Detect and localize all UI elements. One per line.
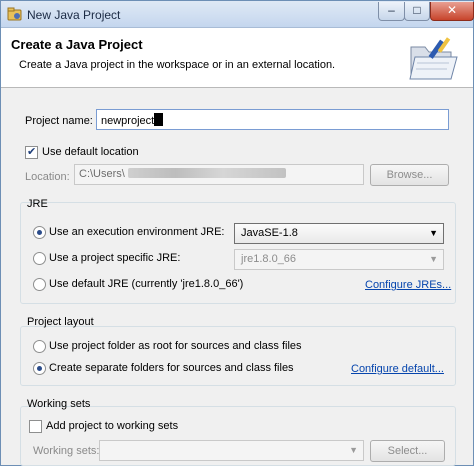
execution-env-select[interactable]: JavaSE-1.8 ▼: [234, 223, 444, 244]
project-layout-group: [20, 326, 456, 386]
execution-env-label: Use an execution environment JRE:: [49, 226, 225, 238]
wizard-banner: Create a Java Project Create a Java proj…: [1, 28, 473, 88]
redacted-path: [127, 168, 286, 178]
new-java-project-window: New Java Project – □ ✕ Create a Java Pro…: [0, 0, 474, 466]
separate-folders-radio[interactable]: [33, 362, 46, 375]
working-sets-group-title: Working sets: [27, 398, 91, 410]
working-sets-label: Working sets:: [33, 445, 100, 457]
minimize-button[interactable]: –: [378, 2, 405, 21]
project-specific-jre-radio[interactable]: [33, 252, 46, 265]
default-jre-label: Use default JRE (currently 'jre1.8.0_66'…: [49, 278, 244, 290]
use-default-location-checkbox[interactable]: [25, 145, 38, 159]
dropdown-arrow-icon: ▼: [429, 228, 438, 238]
add-to-working-sets-checkbox[interactable]: [29, 420, 42, 433]
project-root-label: Use project folder as root for sources a…: [49, 340, 302, 352]
project-name-input[interactable]: newproject: [96, 109, 449, 130]
eclipse-window-icon: [7, 7, 22, 21]
java-project-folder-icon: [409, 37, 458, 80]
project-specific-jre-select[interactable]: jre1.8.0_66 ▼: [234, 249, 444, 270]
location-value: C:\Users\: [79, 168, 125, 180]
close-button[interactable]: ✕: [430, 2, 474, 21]
jre-group-title: JRE: [27, 198, 48, 210]
configure-default-link[interactable]: Configure default...: [351, 363, 444, 375]
project-root-radio[interactable]: [33, 340, 46, 353]
execution-env-radio[interactable]: [33, 226, 46, 239]
project-specific-jre-label: Use a project specific JRE:: [49, 252, 181, 264]
separate-folders-label: Create separate folders for sources and …: [49, 362, 294, 374]
project-specific-jre-value: jre1.8.0_66: [241, 253, 297, 265]
window-title: New Java Project: [27, 8, 121, 22]
project-name-label: Project name:: [25, 115, 93, 127]
wizard-body: Project name: newproject Use default loc…: [1, 89, 473, 466]
browse-button[interactable]: Browse...: [370, 164, 449, 186]
location-input[interactable]: C:\Users\: [74, 164, 364, 185]
title-bar[interactable]: New Java Project – □ ✕: [1, 1, 474, 28]
location-label: Location:: [25, 171, 70, 183]
project-name-value: newproject: [101, 115, 155, 127]
default-jre-radio[interactable]: [33, 278, 46, 291]
use-default-location-label: Use default location: [42, 146, 139, 158]
working-sets-select[interactable]: ▼: [99, 440, 364, 461]
configure-jres-link[interactable]: Configure JREs...: [365, 279, 451, 291]
select-working-sets-button[interactable]: Select...: [370, 440, 445, 462]
add-to-working-sets-label: Add project to working sets: [46, 420, 179, 432]
execution-env-value: JavaSE-1.8: [241, 227, 298, 239]
maximize-button[interactable]: □: [404, 2, 430, 21]
text-cursor: [154, 113, 164, 126]
project-layout-group-title: Project layout: [27, 316, 94, 328]
banner-title: Create a Java Project: [11, 37, 143, 52]
dropdown-arrow-icon: ▼: [429, 254, 438, 264]
banner-description: Create a Java project in the workspace o…: [19, 59, 336, 71]
dropdown-arrow-icon: ▼: [349, 445, 358, 455]
